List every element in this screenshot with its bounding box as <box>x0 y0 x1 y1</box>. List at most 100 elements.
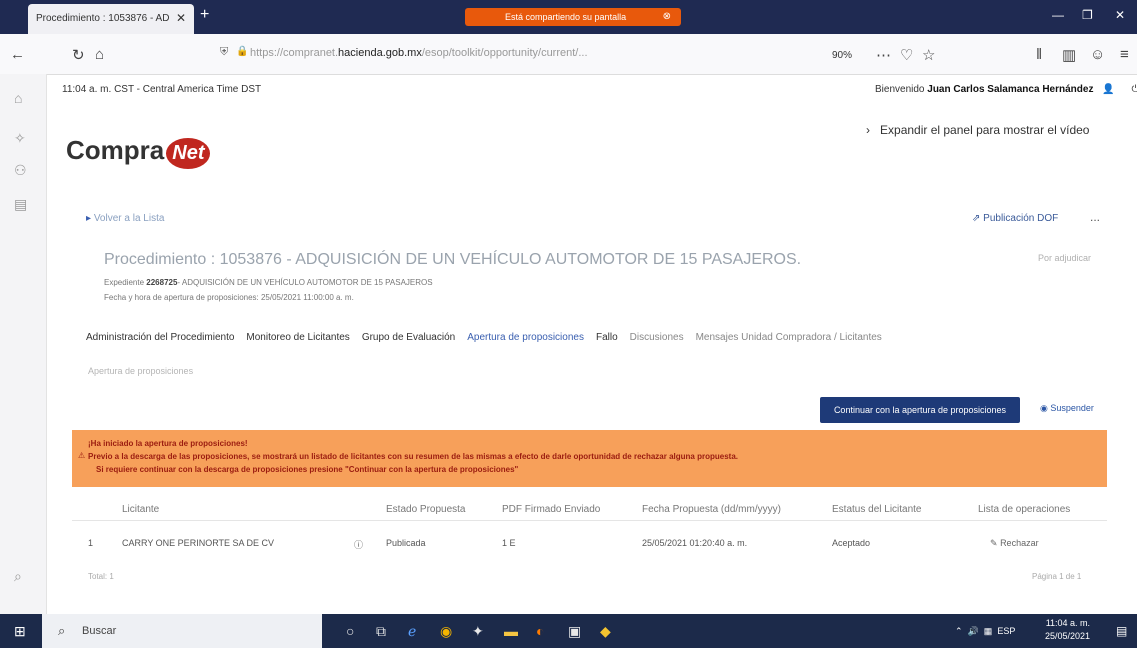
left-rail <box>0 74 47 614</box>
chrome-icon[interactable]: ◉ <box>440 623 452 640</box>
procedure-tabs: Administración del Procedimiento Monitor… <box>86 332 882 343</box>
chevron-right-icon: › <box>866 123 870 137</box>
language-indicator[interactable]: ESP <box>997 626 1015 636</box>
row-info-icon[interactable]: ⓘ <box>354 538 363 551</box>
clock-time: 11:04 a. m. <box>1045 618 1091 628</box>
dof-icon: ⇗ <box>972 213 981 224</box>
account-icon[interactable]: ☺ <box>1090 46 1105 63</box>
col-estatus: Estatus del Licitante <box>832 504 922 515</box>
taskbar-clock[interactable]: 11:04 a. m. 25/05/2021 <box>1045 617 1090 643</box>
time-info: 11:04 a. m. CST - Central America Time D… <box>62 84 262 95</box>
task-view-icon[interactable]: ⧉ <box>376 623 386 640</box>
search-rail-icon[interactable]: ⌕ <box>14 568 22 585</box>
close-window-icon[interactable]: ✕ <box>1115 8 1125 22</box>
publicacion-dof-button[interactable]: ⇗ Publicación DOF <box>972 213 1058 224</box>
zoom-level[interactable]: 90% <box>832 50 852 61</box>
url-bar[interactable]: ⛨ 🔒 https://compranet.hacienda.gob.mx/es… <box>220 41 820 65</box>
row-estatus: Aceptado <box>832 538 871 548</box>
firefox-icon[interactable]: ◐ <box>536 623 544 639</box>
table-total: Total: 1 <box>88 572 114 581</box>
tab-mensajes[interactable]: Mensajes Unidad Compradora / Licitantes <box>696 332 882 343</box>
volume-icon[interactable]: 🔊 <box>968 626 979 636</box>
continue-opening-button[interactable]: Continuar con la apertura de proposicion… <box>820 397 1020 423</box>
tab-grupo-evaluacion[interactable]: Grupo de Evaluación <box>362 332 455 343</box>
tab-title: Procedimiento : 1053876 - AD <box>36 13 170 24</box>
clock-date: 25/05/2021 <box>1045 631 1091 641</box>
table-row: 1 CARRY ONE PERINORTE SA DE CV ⓘ Publica… <box>72 532 1107 556</box>
windows-start-icon[interactable]: ⊞ <box>14 623 26 640</box>
row-fecha: 25/05/2021 01:20:40 a. m. <box>642 538 748 548</box>
menu-icon[interactable]: ≡ <box>1120 46 1129 63</box>
tab-administracion[interactable]: Administración del Procedimiento <box>86 332 234 343</box>
col-pdf: PDF Firmado Enviado <box>502 504 601 515</box>
table-header: Licitante Estado Propuesta PDF Firmado E… <box>72 500 1107 521</box>
alert-body: Previo a la descarga de las proposicione… <box>88 452 738 461</box>
power-icon[interactable]: ⏻ <box>1131 84 1137 95</box>
shield-icon: ⛨ <box>220 46 229 58</box>
row-number: 1 <box>88 538 94 548</box>
cortana-icon[interactable]: ○ <box>346 623 354 639</box>
edge-icon[interactable]: ℯ <box>408 623 416 640</box>
taskbar-search[interactable]: ⌕ Buscar <box>42 614 322 648</box>
lock-icon: 🔒 <box>236 46 249 57</box>
close-tab-icon[interactable]: ✕ <box>176 11 186 25</box>
user-icon[interactable]: 👤 <box>1102 84 1114 95</box>
row-licitante: CARRY ONE PERINORTE SA DE CV <box>122 538 275 548</box>
url-text: https://compranet.hacienda.gob.mx/esop/t… <box>250 47 588 59</box>
procedures-rail-icon[interactable]: ✧ <box>14 130 26 147</box>
share-banner-text: Está compartiendo su pantalla <box>505 12 627 22</box>
reload-icon[interactable]: ↻ <box>72 46 85 64</box>
expediente-line: Expediente 2268725- ADQUISICIÓN DE UN VE… <box>104 278 433 287</box>
reject-icon: ✎ <box>990 538 998 548</box>
alert-instruction: Si requiere continuar con la descarga de… <box>96 465 519 474</box>
reject-link[interactable]: ✎ Rechazar <box>990 538 1039 549</box>
alert-title: ¡Ha iniciado la apertura de proposicione… <box>88 439 248 448</box>
taskbar-search-text: Buscar <box>82 625 117 637</box>
system-tray[interactable]: ⌃ 🔊 ▦ ESP <box>955 626 1015 637</box>
documents-rail-icon[interactable]: ▤ <box>14 196 27 213</box>
suspend-button[interactable]: ◉ Suspender <box>1040 403 1094 414</box>
network-icon[interactable]: ▦ <box>984 626 993 636</box>
tray-up-icon[interactable]: ⌃ <box>955 626 963 636</box>
compranet-logo: Compra Net <box>66 135 211 169</box>
search-icon: ⌕ <box>58 623 66 638</box>
browser-tab[interactable]: Procedimiento : 1053876 - AD ✕ <box>28 4 194 34</box>
sidebar-icon[interactable]: ▥ <box>1062 46 1076 64</box>
new-tab-icon[interactable]: + <box>200 6 209 24</box>
col-operaciones: Lista de operaciones <box>978 504 1071 515</box>
bookmark-star-icon[interactable]: ☆ <box>922 46 935 64</box>
app-icon[interactable]: ✦ <box>472 623 484 640</box>
tab-discusiones[interactable]: Discusiones <box>630 332 684 343</box>
notifications-icon[interactable]: ▤ <box>1116 624 1127 638</box>
section-subtitle: Apertura de proposiciones <box>88 366 194 376</box>
maximize-icon[interactable]: ❐ <box>1082 8 1093 22</box>
people-rail-icon[interactable]: ⚇ <box>14 162 27 179</box>
home-rail-icon[interactable]: ⌂ <box>14 90 22 106</box>
back-to-list-link[interactable]: ▸ Volver a la Lista <box>86 213 164 224</box>
more-options-button[interactable]: ... <box>1090 210 1100 224</box>
row-estado: Publicada <box>386 538 426 548</box>
sticky-notes-icon[interactable]: ◆ <box>600 623 611 640</box>
tab-apertura[interactable]: Apertura de proposiciones <box>467 332 584 343</box>
pocket-icon[interactable]: ♡ <box>900 46 913 64</box>
screen-share-banner: Está compartiendo su pantalla ⊗ <box>465 8 681 26</box>
tab-fallo[interactable]: Fallo <box>596 332 618 343</box>
page-actions-icon[interactable]: ⋯ <box>876 46 891 64</box>
suspend-icon: ◉ <box>1040 403 1048 413</box>
table-pagination: Página 1 de 1 <box>1032 572 1082 581</box>
procedure-title: Procedimiento : 1053876 - ADQUISICIÓN DE… <box>104 251 802 268</box>
tab-monitoreo[interactable]: Monitoreo de Licitantes <box>246 332 349 343</box>
stop-share-icon[interactable]: ⊗ <box>663 11 671 22</box>
warning-icon: ⚠ <box>78 451 86 460</box>
minimize-icon[interactable]: — <box>1052 8 1064 22</box>
expand-panel-link[interactable]: › Expandir el panel para mostrar el víde… <box>866 123 1089 137</box>
alert-banner: ¡Ha iniciado la apertura de proposicione… <box>72 430 1107 487</box>
teams-icon[interactable]: ▣ <box>568 623 581 640</box>
row-pdf: 1 E <box>502 538 516 548</box>
home-icon[interactable]: ⌂ <box>95 46 104 63</box>
file-explorer-icon[interactable]: ▬ <box>504 623 518 639</box>
arrow-back-icon: ▸ <box>86 213 92 224</box>
library-icon[interactable]: ‖ <box>1036 46 1042 63</box>
back-arrow-icon[interactable]: ← <box>10 46 25 63</box>
col-licitante: Licitante <box>122 504 160 515</box>
